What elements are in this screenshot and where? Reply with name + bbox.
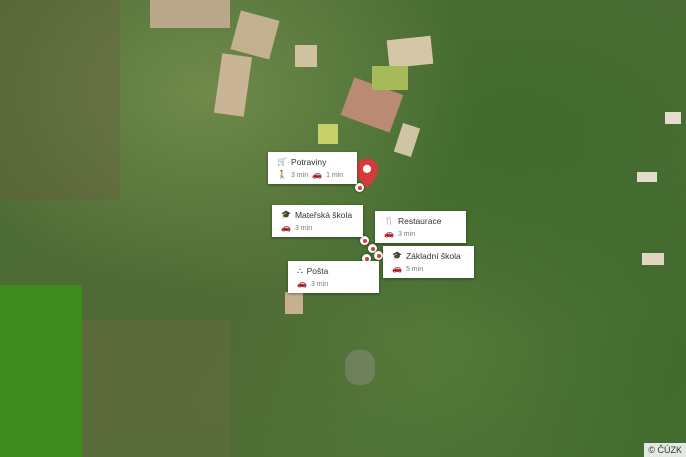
map-attribution: © ČÚZK xyxy=(644,443,686,457)
car-time: 1 min xyxy=(326,171,344,179)
poi-callout-restaurace[interactable]: 🍴 Restaurace 🚗 3 min xyxy=(375,211,466,243)
field-patch xyxy=(665,112,681,124)
field-patch xyxy=(372,66,408,90)
green-area xyxy=(0,285,82,457)
field-patch xyxy=(0,0,120,200)
poi-name: Základní škola xyxy=(405,251,461,261)
car-icon: 🚗 xyxy=(281,223,291,232)
poi-dot[interactable] xyxy=(360,236,369,245)
post-office-icon: ⛬ xyxy=(297,266,303,275)
poi-callout-posta[interactable]: ⛬ Pošta 🚗 3 min xyxy=(288,261,379,293)
poi-callout-zakladni-skola[interactable]: 🎓 Základní škola 🚗 5 min xyxy=(383,246,474,278)
field-patch xyxy=(318,124,338,144)
cart-icon: 🛒 xyxy=(277,157,287,166)
field-patch xyxy=(295,45,317,67)
field-patch xyxy=(393,122,421,158)
walk-time: 3 min xyxy=(290,171,309,179)
poi-callout-materska-skola[interactable]: 🎓 Mateřská škola 🚗 3 min xyxy=(272,205,363,237)
field-patch xyxy=(285,292,303,314)
poi-name: Pošta xyxy=(306,266,329,276)
car-time: 5 min xyxy=(405,265,424,273)
satellite-map[interactable]: 🛒 Potraviny 🚶 3 min 🚗 1 min 🎓 Mateřská škola… xyxy=(0,0,686,457)
car-icon: 🚗 xyxy=(312,170,323,179)
field-patch xyxy=(213,53,253,117)
car-icon: 🚗 xyxy=(392,264,402,273)
poi-name: Restaurace xyxy=(397,216,442,226)
graduation-cap-icon: 🎓 xyxy=(281,210,291,219)
poi-name: Mateřská škola xyxy=(294,210,353,220)
car-icon: 🚗 xyxy=(297,279,307,288)
field-patch xyxy=(637,172,657,182)
poi-dot[interactable] xyxy=(374,251,383,260)
graduation-cap-icon: 🎓 xyxy=(392,251,402,260)
poi-callout-potraviny[interactable]: 🛒 Potraviny 🚶 3 min 🚗 1 min xyxy=(268,152,357,184)
poi-name: Potraviny xyxy=(290,157,327,167)
field-patch xyxy=(386,35,434,69)
field-patch xyxy=(345,350,375,385)
location-pin-icon[interactable] xyxy=(356,158,378,188)
field-patch xyxy=(80,320,230,457)
field-patch xyxy=(642,253,664,265)
field-patch xyxy=(230,10,280,60)
car-time: 3 min xyxy=(294,224,313,232)
car-time: 3 min xyxy=(310,280,329,288)
car-time: 3 min xyxy=(397,230,416,238)
walk-icon: 🚶 xyxy=(277,170,287,179)
fork-knife-icon: 🍴 xyxy=(384,216,394,225)
car-icon: 🚗 xyxy=(384,229,394,238)
field-patch xyxy=(150,0,230,28)
